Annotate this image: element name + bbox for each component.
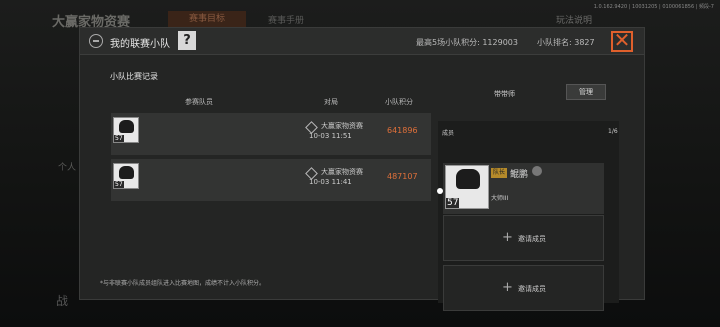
best-score: 最高5场小队积分: 1129003	[416, 37, 518, 48]
member-level: 57	[446, 198, 460, 208]
record-row[interactable]: 57 大赢家物资赛 10-03 11:51 641896	[111, 113, 431, 155]
team-modal: 我的联赛小队 ? 最高5场小队积分: 1129003 小队排名: 3827 ✕ …	[79, 27, 645, 311]
col-team-header: 参赛队员	[185, 98, 213, 106]
team-rank-value: 3827	[574, 38, 595, 47]
team-score: 487107	[387, 172, 418, 181]
captain-tag: 队长	[491, 168, 508, 178]
team-rank-label: 小队排名:	[537, 38, 572, 47]
player-avatar: 57	[113, 117, 139, 143]
background-bottom-text: 战	[56, 294, 69, 308]
modal-title: 我的联赛小队	[110, 39, 170, 50]
member-name: 鲲鹏	[510, 170, 529, 180]
member-card[interactable]: 57 队长 鲲鹏 大师III	[443, 163, 604, 214]
member-rank: 大师III	[491, 195, 509, 202]
match-mode: 大赢家物资赛	[321, 122, 363, 130]
player-level: 57	[114, 181, 124, 188]
record-row[interactable]: 57 大赢家物资赛 10-03 11:41 487107	[111, 159, 431, 201]
tab-manual[interactable]: 赛事手册	[268, 13, 304, 26]
match-time: 10-03 11:41	[309, 178, 352, 186]
medal-icon	[532, 166, 542, 176]
player-avatar: 57	[113, 163, 139, 189]
members-count: 1/6	[608, 128, 618, 135]
modal-header: 我的联赛小队 ? 最高5场小队积分: 1129003 小队排名: 3827 ✕	[80, 28, 644, 55]
match-time: 10-03 11:51	[309, 132, 352, 140]
help-button[interactable]: ?	[178, 31, 196, 50]
col-match-header: 对局	[324, 98, 338, 106]
version-text: 1.0.162.9420 | 10031205 | 0100061856 | 频…	[593, 4, 714, 10]
invite-member-button[interactable]: + 邀请成员	[443, 215, 604, 261]
invite-label: 邀请成员	[518, 235, 546, 243]
close-button[interactable]: ✕	[611, 30, 633, 52]
col-score-header: 小队积分	[385, 98, 413, 106]
rules-link[interactable]: 玩法说明	[556, 13, 592, 26]
member-avatar: 57	[445, 165, 489, 209]
tab-goals[interactable]: 赛事目标	[168, 11, 246, 27]
team-rank: 小队排名: 3827	[537, 37, 595, 48]
cursor-dot	[437, 188, 443, 194]
best-score-value: 1129003	[482, 38, 518, 47]
invite-label: 邀请成员	[518, 285, 546, 293]
best-score-label: 最高5场小队积分:	[416, 38, 480, 47]
team-score: 641896	[387, 126, 418, 135]
background-side-text: 个人	[58, 163, 77, 173]
manage-button[interactable]: 管理	[566, 84, 606, 100]
plus-icon: +	[502, 230, 513, 245]
records-note: *与非联赛小队成员组队进入比赛地图，成绩不计入小队积分。	[100, 280, 266, 287]
player-level: 57	[114, 135, 124, 142]
members-label: 成员	[442, 130, 455, 137]
invite-member-button[interactable]: + 邀请成员	[443, 265, 604, 311]
plus-icon: +	[502, 280, 513, 295]
leader-label: 带带师	[494, 90, 515, 98]
league-badge-icon	[89, 34, 103, 48]
match-mode: 大赢家物资赛	[321, 168, 363, 176]
records-title: 小队比赛记录	[110, 72, 158, 81]
